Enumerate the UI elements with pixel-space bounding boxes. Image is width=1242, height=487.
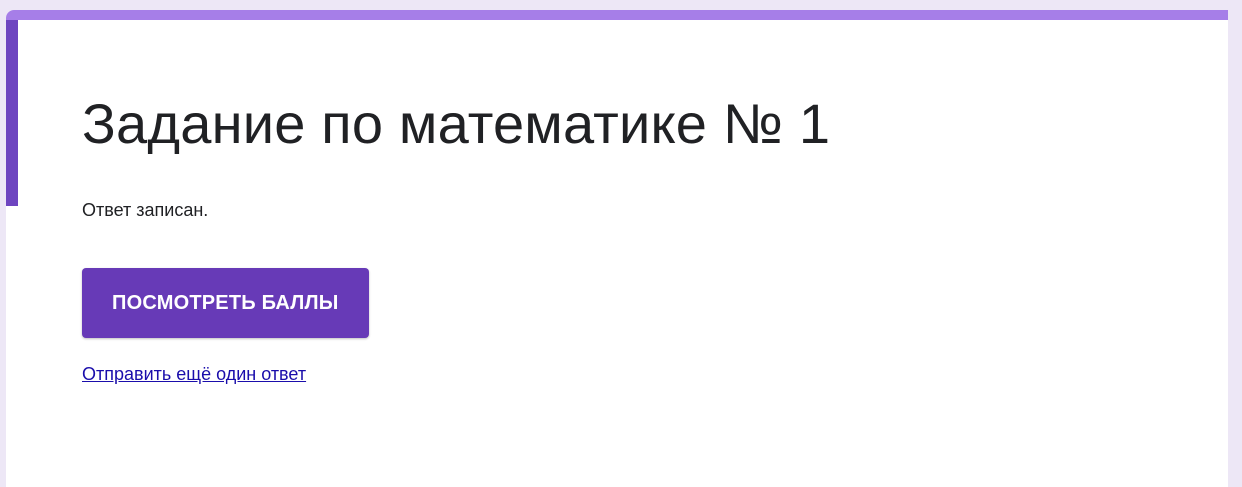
submit-another-response-link[interactable]: Отправить ещё один ответ (82, 362, 1208, 386)
card-content: Задание по математике № 1 Ответ записан.… (82, 88, 1208, 386)
card-top-accent-bar (6, 10, 1228, 20)
form-confirmation-card: Задание по математике № 1 Ответ записан.… (6, 10, 1228, 487)
confirmation-message: Ответ записан. (82, 200, 209, 220)
form-title: Задание по математике № 1 (82, 92, 831, 155)
view-score-button[interactable]: ПОСМОТРЕТЬ БАЛЛЫ (82, 268, 369, 338)
card-left-accent-bar (6, 20, 18, 206)
page: Задание по математике № 1 Ответ записан.… (0, 0, 1242, 487)
